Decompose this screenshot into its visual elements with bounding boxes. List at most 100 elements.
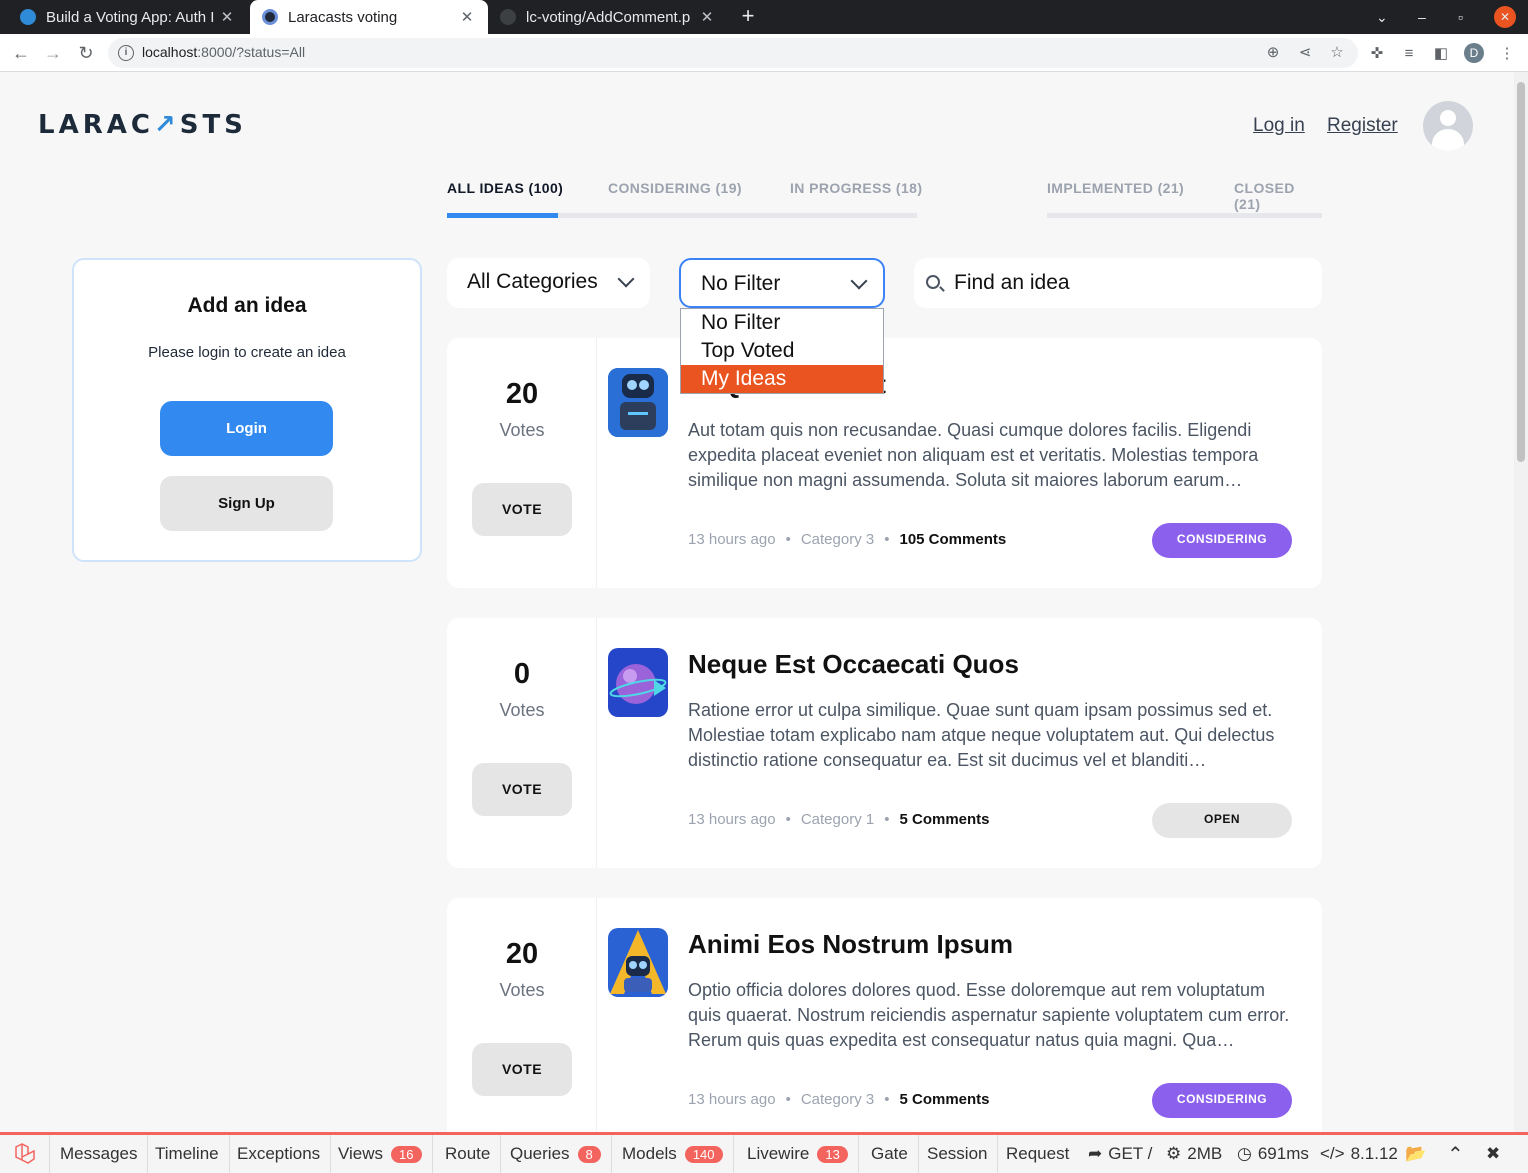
scrollbar-thumb[interactable] [1517, 82, 1525, 462]
category-select[interactable]: All Categories [447, 258, 650, 308]
debug-time[interactable]: ◷ 691ms [1237, 1135, 1309, 1173]
other-filter-select[interactable]: No Filter [679, 258, 885, 308]
idea-meta: 13 hours ago • Category 3 • 5 Comments [688, 1091, 990, 1108]
debug-tab-request[interactable]: Request [996, 1135, 1079, 1173]
minimize-icon[interactable]: – [1418, 0, 1426, 34]
dropdown-option-top-voted[interactable]: Top Voted [681, 337, 883, 365]
chevron-down-icon [617, 270, 635, 288]
page-scrollbar[interactable] [1514, 72, 1528, 1132]
dropdown-option-my-ideas[interactable]: My Ideas [681, 365, 883, 393]
media-controls-icon[interactable]: ≡ [1398, 43, 1420, 65]
chevron-up-icon[interactable]: ⌃ [1447, 1135, 1464, 1173]
vote-button[interactable]: VOTE [472, 483, 572, 536]
debug-tab-exceptions[interactable]: Exceptions [227, 1135, 332, 1173]
debug-tab-livewire[interactable]: Livewire 13 [737, 1135, 859, 1173]
side-panel-icon[interactable]: ◧ [1430, 43, 1452, 65]
browser-tab-3[interactable]: lc-voting/AddComment.p ✕ [488, 0, 728, 34]
folder-open-icon[interactable]: 📂 [1405, 1135, 1426, 1173]
laracasts-logo[interactable]: LARAC↗STS [38, 110, 247, 140]
planet-avatar-icon[interactable] [608, 648, 668, 717]
idea-card[interactable]: 0 Votes VOTE Neque Est Occaecati Quos Ra… [447, 618, 1322, 868]
tab-implemented[interactable]: IMPLEMENTED (21) [1047, 180, 1184, 196]
site-info-icon[interactable]: i [118, 45, 134, 61]
robot-a-avatar-icon[interactable] [608, 928, 668, 997]
register-link[interactable]: Register [1327, 115, 1398, 137]
debug-tab-session[interactable]: Session [917, 1135, 999, 1173]
tab-closed[interactable]: CLOSED (21) [1234, 180, 1322, 212]
other-filter-value: No Filter [701, 272, 781, 295]
debug-tab-queries[interactable]: Queries 8 [500, 1135, 612, 1173]
zoom-icon[interactable]: ⊕ [1262, 42, 1284, 64]
browser-tab-1[interactable]: Build a Voting App: Auth I ✕ [8, 0, 248, 34]
vote-column: 0 Votes VOTE [447, 618, 597, 868]
vote-button[interactable]: VOTE [472, 763, 572, 816]
debug-tab-timeline[interactable]: Timeline [145, 1135, 230, 1173]
idea-category: Category 3 [800, 1091, 875, 1108]
vote-count: 0 [513, 658, 531, 690]
category-select-value: All Categories [467, 270, 598, 293]
profile-avatar[interactable]: D [1464, 43, 1484, 63]
github-favicon-icon [500, 9, 516, 25]
add-idea-card: Add an idea Please login to create an id… [72, 258, 422, 562]
dropdown-option-no-filter[interactable]: No Filter [681, 309, 883, 337]
status-badge[interactable]: CONSIDERING [1152, 1083, 1292, 1118]
close-icon[interactable]: ✕ [458, 8, 476, 26]
reload-icon[interactable]: ↻ [74, 41, 98, 65]
idea-category: Category 3 [800, 531, 875, 548]
queries-count-badge: 8 [577, 1145, 601, 1163]
forward-icon[interactable]: → [41, 41, 65, 65]
login-link[interactable]: Log in [1253, 115, 1305, 137]
login-button[interactable]: Login [160, 401, 333, 456]
new-tab-button[interactable]: + [736, 4, 760, 30]
close-icon[interactable]: ✖ [1486, 1135, 1500, 1173]
laravel-logo-icon[interactable] [0, 1135, 50, 1173]
vote-label: Votes [499, 700, 545, 720]
vote-label: Votes [499, 980, 545, 1000]
search-input[interactable] [954, 268, 1304, 298]
close-icon[interactable]: ✕ [698, 8, 716, 26]
status-badge[interactable]: OPEN [1152, 803, 1292, 838]
idea-comments-count: 5 Comments [899, 1091, 990, 1108]
restore-icon[interactable]: ▫ [1458, 0, 1463, 34]
idea-comments-count: 5 Comments [899, 811, 990, 828]
share-icon[interactable]: ⋖ [1294, 42, 1316, 64]
back-icon[interactable]: ← [9, 41, 33, 65]
debug-tab-gate[interactable]: Gate [861, 1135, 919, 1173]
signup-button[interactable]: Sign Up [160, 476, 333, 531]
idea-title[interactable]: Neque Est Occaecati Quos [688, 649, 1019, 680]
tab-search-icon[interactable]: ⌄ [1376, 0, 1388, 34]
tab-considering[interactable]: CONSIDERING (19) [608, 180, 742, 196]
share-arrow-icon: ➦ [1088, 1144, 1103, 1163]
address-bar[interactable]: i localhost:8000/?status=All ⊕ ⋖ ☆ [108, 38, 1358, 68]
idea-meta: 13 hours ago • Category 3 • 105 Comments [688, 531, 1007, 548]
idea-card[interactable]: 20 Votes VOTE Animi Eos Nostrum Ipsum Op… [447, 898, 1322, 1148]
code-icon: </> [1320, 1144, 1345, 1163]
debug-tab-models[interactable]: Models 140 [612, 1135, 734, 1173]
vote-button[interactable]: VOTE [472, 1043, 572, 1096]
tab-all-ideas[interactable]: ALL IDEAS (100) [447, 180, 563, 196]
debug-php-version[interactable]: </> 8.1.12 [1320, 1135, 1398, 1173]
idea-card[interactable]: 20 Votes VOTE Et Quo Sunt Est Aut totam … [447, 338, 1322, 588]
bookmark-star-icon[interactable]: ☆ [1326, 42, 1348, 64]
tab-in-progress[interactable]: IN PROGRESS (18) [790, 180, 922, 196]
robot-avatar-icon[interactable] [608, 368, 668, 437]
idea-title[interactable]: Animi Eos Nostrum Ipsum [688, 929, 1013, 960]
status-badge[interactable]: CONSIDERING [1152, 523, 1292, 558]
search-field[interactable] [914, 258, 1322, 308]
user-avatar-icon[interactable] [1423, 101, 1473, 151]
views-count-badge: 16 [391, 1145, 422, 1163]
close-icon[interactable]: ✕ [218, 8, 236, 26]
browser-tab-2[interactable]: Laracasts voting ✕ [250, 0, 488, 34]
idea-comments-count: 105 Comments [899, 531, 1007, 548]
laracasts-favicon-icon [20, 9, 36, 25]
debug-tab-views[interactable]: Views 16 [328, 1135, 433, 1173]
debug-tab-messages[interactable]: Messages [50, 1135, 149, 1173]
debug-tab-route[interactable]: Route [435, 1135, 502, 1173]
vote-column: 20 Votes VOTE [447, 338, 597, 588]
window-close-icon[interactable]: ✕ [1494, 6, 1516, 28]
extensions-icon[interactable]: ✜ [1366, 43, 1388, 65]
debug-memory[interactable]: ⚙ 2MB [1166, 1135, 1222, 1173]
debug-request-method[interactable]: ➦ GET / [1088, 1135, 1152, 1173]
menu-kebab-icon[interactable]: ⋮ [1496, 43, 1518, 65]
idea-description: Optio officia dolores dolores quod. Esse… [688, 980, 1290, 1050]
